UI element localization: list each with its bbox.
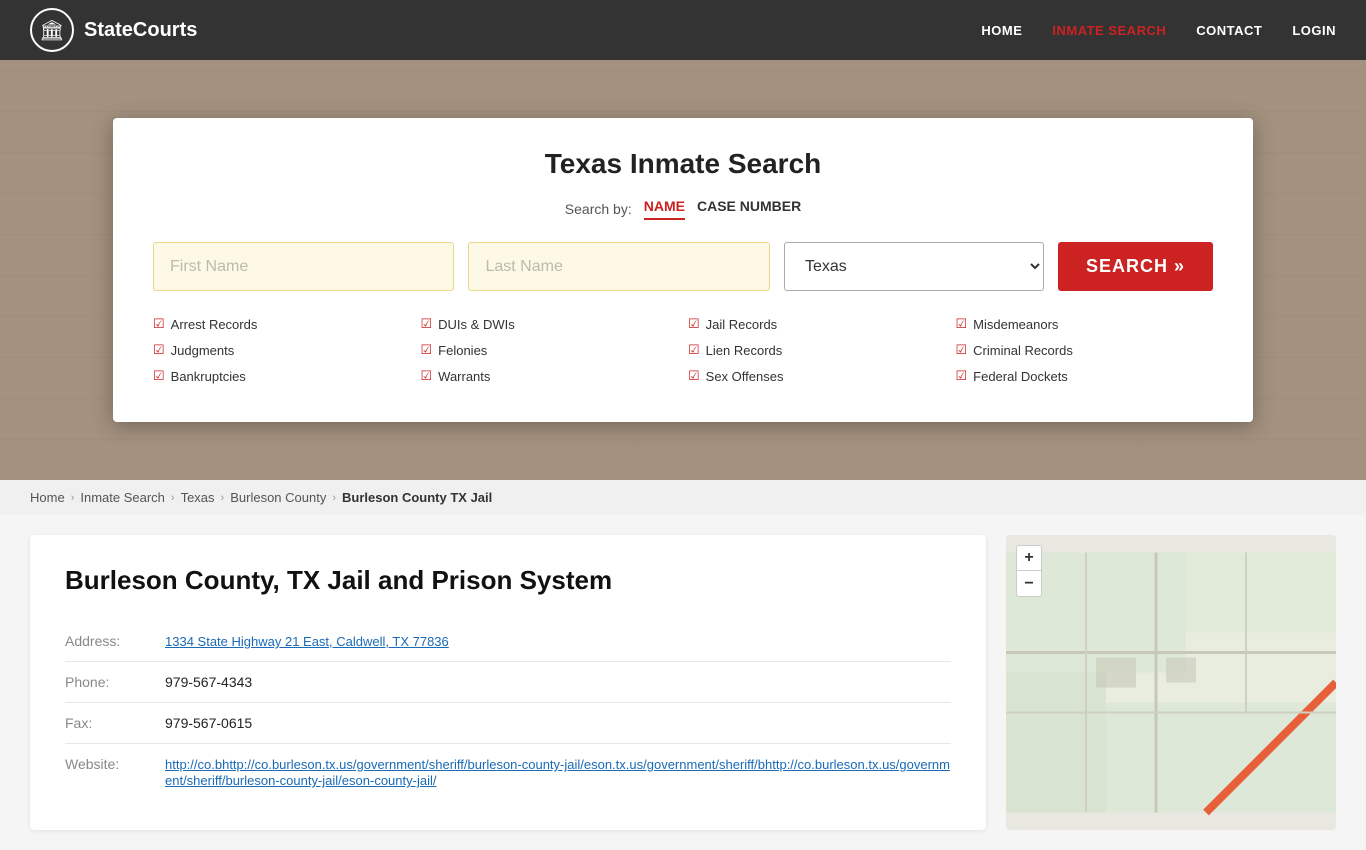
breadcrumb-sep: ›	[171, 492, 175, 504]
feature-label: Misdemeanors	[973, 317, 1058, 332]
feature-label: Arrest Records	[171, 317, 258, 332]
phone-value: 979-567-4343	[165, 662, 951, 703]
address-value: 1334 State Highway 21 East, Caldwell, TX…	[165, 621, 951, 662]
address-link[interactable]: 1334 State Highway 21 East, Caldwell, TX…	[165, 634, 449, 649]
nav: HOME INMATE SEARCH CONTACT LOGIN	[981, 23, 1336, 38]
website-value: http://co.bhttp://co.burleson.tx.us/gove…	[165, 744, 951, 801]
breadcrumb-current: Burleson County TX Jail	[342, 490, 492, 505]
check-icon: ☑	[688, 342, 700, 358]
jail-title: Burleson County, TX Jail and Prison Syst…	[65, 565, 951, 596]
feature-label: DUIs & DWIs	[438, 317, 515, 332]
logo-icon: 🏛	[30, 8, 74, 52]
tab-name[interactable]: NAME	[644, 198, 685, 220]
phone-label: Phone:	[65, 662, 165, 703]
breadcrumb: Home › Inmate Search › Texas › Burleson …	[0, 480, 1366, 515]
website-row: Website: http://co.bhttp://co.burleson.t…	[65, 744, 951, 801]
last-name-input[interactable]	[468, 242, 769, 291]
nav-inmate-search[interactable]: INMATE SEARCH	[1052, 23, 1166, 38]
check-icon: ☑	[956, 316, 968, 332]
tab-case-number[interactable]: CASE NUMBER	[697, 198, 801, 220]
header: 🏛 StateCourts HOME INMATE SEARCH CONTACT…	[0, 0, 1366, 60]
feature-sex-offenses: ☑ Sex Offenses	[688, 365, 946, 387]
feature-label: Felonies	[438, 343, 487, 358]
map-controls: + −	[1016, 545, 1042, 597]
website-label: Website:	[65, 744, 165, 801]
phone-row: Phone: 979-567-4343	[65, 662, 951, 703]
logo[interactable]: 🏛 StateCourts	[30, 8, 197, 52]
search-by-label: Search by:	[565, 201, 632, 217]
breadcrumb-sep: ›	[221, 492, 225, 504]
feature-arrest-records: ☑ Arrest Records	[153, 313, 411, 335]
feature-misdemeanors: ☑ Misdemeanors	[956, 313, 1214, 335]
fax-label: Fax:	[65, 703, 165, 744]
first-name-input[interactable]	[153, 242, 454, 291]
features-grid: ☑ Arrest Records ☑ DUIs & DWIs ☑ Jail Re…	[153, 313, 1213, 387]
feature-label: Sex Offenses	[706, 369, 784, 384]
feature-label: Federal Dockets	[973, 369, 1068, 384]
check-icon: ☑	[421, 342, 433, 358]
check-icon: ☑	[153, 368, 165, 384]
logo-text: StateCourts	[84, 19, 197, 42]
content-area: Burleson County, TX Jail and Prison Syst…	[0, 515, 1366, 850]
feature-jail-records: ☑ Jail Records	[688, 313, 946, 335]
check-icon: ☑	[153, 316, 165, 332]
feature-duis: ☑ DUIs & DWIs	[421, 313, 679, 335]
state-select[interactable]: Texas Alabama Alaska Arizona Arkansas Ca…	[784, 242, 1044, 291]
feature-label: Bankruptcies	[171, 369, 246, 384]
breadcrumb-home[interactable]: Home	[30, 490, 65, 505]
feature-bankruptcies: ☑ Bankruptcies	[153, 365, 411, 387]
fax-value: 979-567-0615	[165, 703, 951, 744]
check-icon: ☑	[421, 368, 433, 384]
feature-lien-records: ☑ Lien Records	[688, 339, 946, 361]
info-table: Address: 1334 State Highway 21 East, Cal…	[65, 621, 951, 800]
nav-home[interactable]: HOME	[981, 23, 1022, 38]
feature-judgments: ☑ Judgments	[153, 339, 411, 361]
check-icon: ☑	[688, 316, 700, 332]
check-icon: ☑	[956, 368, 968, 384]
feature-label: Judgments	[171, 343, 235, 358]
card-title: Texas Inmate Search	[153, 148, 1213, 180]
check-icon: ☑	[956, 342, 968, 358]
feature-warrants: ☑ Warrants	[421, 365, 679, 387]
breadcrumb-sep: ›	[332, 492, 336, 504]
check-icon: ☑	[421, 316, 433, 332]
hero-section: COURTHOUSE Texas Inmate Search Search by…	[0, 60, 1366, 480]
search-card: Texas Inmate Search Search by: NAME CASE…	[113, 118, 1253, 422]
feature-label: Criminal Records	[973, 343, 1073, 358]
nav-login[interactable]: LOGIN	[1292, 23, 1336, 38]
website-link[interactable]: http://co.bhttp://co.burleson.tx.us/gove…	[165, 757, 950, 788]
map-area: + −	[1006, 535, 1336, 830]
feature-label: Lien Records	[706, 343, 783, 358]
check-icon: ☑	[153, 342, 165, 358]
feature-felonies: ☑ Felonies	[421, 339, 679, 361]
breadcrumb-sep: ›	[71, 492, 75, 504]
search-inputs-row: Texas Alabama Alaska Arizona Arkansas Ca…	[153, 242, 1213, 291]
breadcrumb-burleson-county[interactable]: Burleson County	[230, 490, 326, 505]
feature-label: Warrants	[438, 369, 490, 384]
search-by-row: Search by: NAME CASE NUMBER	[153, 198, 1213, 220]
nav-contact[interactable]: CONTACT	[1196, 23, 1262, 38]
breadcrumb-inmate-search[interactable]: Inmate Search	[80, 490, 165, 505]
search-button[interactable]: SEARCH »	[1058, 242, 1213, 291]
map-zoom-in[interactable]: +	[1016, 545, 1042, 571]
map-svg	[1006, 535, 1336, 830]
feature-criminal-records: ☑ Criminal Records	[956, 339, 1214, 361]
address-row: Address: 1334 State Highway 21 East, Cal…	[65, 621, 951, 662]
breadcrumb-texas[interactable]: Texas	[181, 490, 215, 505]
map-zoom-out[interactable]: −	[1016, 571, 1042, 597]
fax-row: Fax: 979-567-0615	[65, 703, 951, 744]
feature-federal-dockets: ☑ Federal Dockets	[956, 365, 1214, 387]
feature-label: Jail Records	[706, 317, 778, 332]
address-label: Address:	[65, 621, 165, 662]
main-content: Burleson County, TX Jail and Prison Syst…	[30, 535, 986, 830]
check-icon: ☑	[688, 368, 700, 384]
